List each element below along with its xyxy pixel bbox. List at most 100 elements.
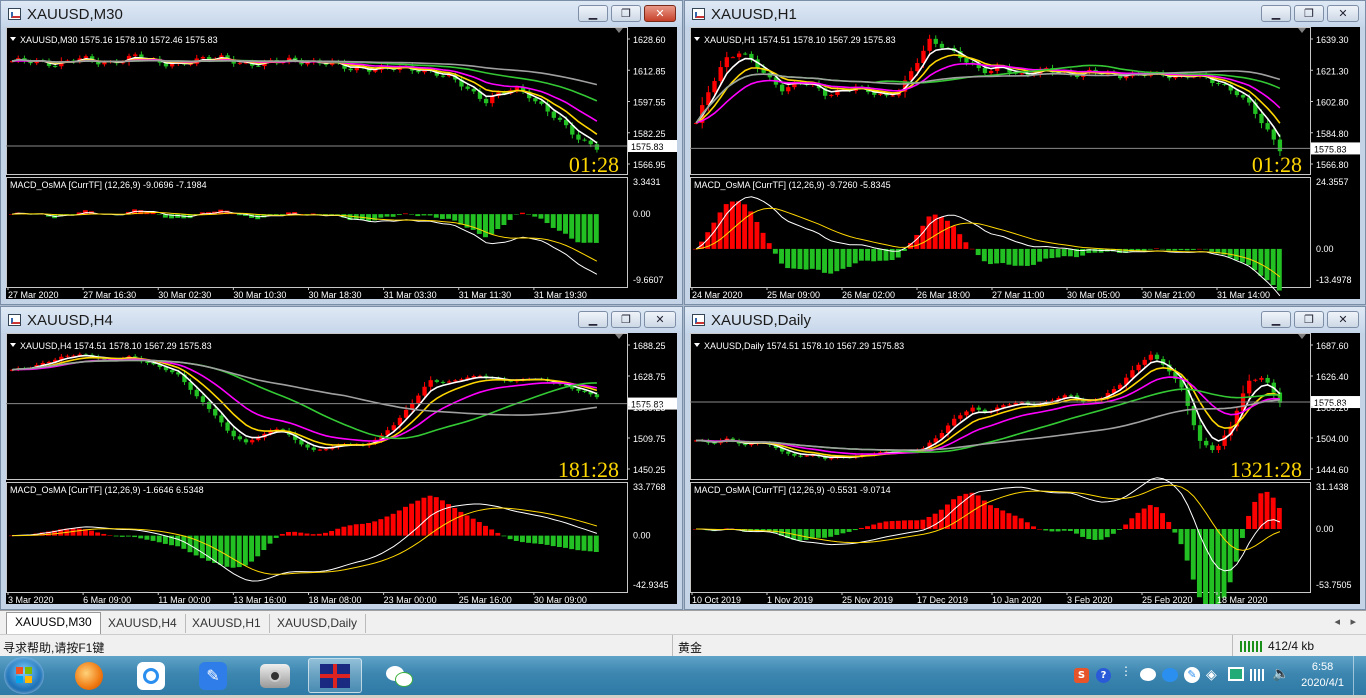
- candle-body: [1259, 377, 1264, 380]
- macd-histogram-bar: [304, 533, 310, 536]
- window-titlebar[interactable]: XAUUSD,H4 ▁ ❐ ✕: [1, 307, 682, 333]
- minimize-button[interactable]: ▁: [578, 5, 608, 22]
- close-button[interactable]: ✕: [1327, 5, 1359, 22]
- chart-area[interactable]: 1575.83 1639.30 1621.30 1602.80 1584.80 1566.…: [690, 27, 1360, 299]
- monitor-check-icon[interactable]: [1228, 667, 1244, 681]
- macd-histogram-bar: [1049, 529, 1055, 532]
- macd-histogram-bar: [513, 214, 519, 215]
- taskbar-mt4[interactable]: [308, 658, 362, 693]
- macd-histogram-bar: [803, 248, 809, 270]
- chart-window-h4[interactable]: XAUUSD,H4 ▁ ❐ ✕ 1575.83 1688.25 1628.75 156…: [0, 306, 683, 610]
- close-button[interactable]: ✕: [1327, 311, 1359, 328]
- price-chart-svg[interactable]: 1575.831687.601626.401565.201504.001444.…: [690, 333, 1360, 604]
- network-signal-icon[interactable]: [1250, 669, 1266, 681]
- macd-histogram-bar: [193, 535, 199, 556]
- macd-histogram-bar: [273, 535, 279, 538]
- macd-histogram-bar: [1172, 529, 1178, 533]
- macd-histogram-bar: [1024, 248, 1030, 266]
- macd-histogram-bar: [803, 529, 809, 541]
- maximize-button[interactable]: ❐: [611, 311, 641, 328]
- chart-area[interactable]: 1575.83 1687.60 1626.40 1565.20 1504.00 1444.…: [690, 333, 1360, 604]
- security-shield-icon[interactable]: ◈: [1206, 667, 1217, 683]
- time-tick-label: 31 Mar 11:30: [459, 290, 511, 299]
- window-titlebar[interactable]: XAUUSD,M30 ▁ ❐ ✕: [1, 1, 682, 27]
- tab-scroll-left-icon[interactable]: ◂: [1334, 615, 1340, 628]
- price-chart-svg[interactable]: 1575.83 1639.30 1621.30 1602.80 1584.80 1566.…: [690, 27, 1360, 299]
- macd-histogram-bar: [1252, 501, 1258, 530]
- candle-body: [416, 395, 421, 404]
- help-icon[interactable]: ?: [1096, 668, 1111, 683]
- taskbar-camera[interactable]: [248, 658, 302, 693]
- speaker-icon[interactable]: 🔈: [1272, 666, 1289, 682]
- taskbar-browser[interactable]: [62, 658, 116, 693]
- candle-body: [804, 455, 809, 457]
- macd-histogram-bar: [981, 248, 987, 262]
- macd-histogram-bar: [150, 535, 156, 541]
- tab-xauusd-h4[interactable]: XAUUSD,H4: [100, 614, 186, 633]
- tab-xauusd-daily[interactable]: XAUUSD,Daily: [269, 614, 367, 633]
- price-chart-svg[interactable]: 1575.83 1628.60 1612.85 1597.55 1582.25 1566.…: [6, 27, 677, 299]
- candle-body: [133, 54, 138, 56]
- window-titlebar[interactable]: XAUUSD,Daily ▁ ❐ ✕: [685, 307, 1365, 333]
- candle-body: [213, 408, 218, 416]
- macd-histogram-bar: [1012, 515, 1018, 530]
- maximize-button[interactable]: ❐: [1294, 5, 1324, 22]
- candle-body: [890, 95, 895, 97]
- show-desktop-button[interactable]: [1353, 656, 1366, 695]
- macd-tick-label: 0.00: [1316, 524, 1334, 534]
- price-chart-svg[interactable]: 1575.831688.251628.751569.251509.751450.…: [6, 333, 677, 604]
- macd-histogram-bar: [901, 520, 907, 530]
- time-tick-label: 10 Jan 2020: [992, 595, 1042, 604]
- macd-histogram-bar: [1166, 521, 1172, 530]
- chart-window-daily[interactable]: XAUUSD,Daily ▁ ❐ ✕ 1575.83 1687.60 1626.40…: [684, 306, 1366, 610]
- start-orb-icon[interactable]: [4, 657, 44, 694]
- macd-histogram-bar: [335, 528, 341, 536]
- taskbar-notes[interactable]: ✎: [186, 658, 240, 693]
- window-titlebar[interactable]: XAUUSD,H1 ▁ ❐ ✕: [685, 1, 1365, 27]
- taskbar-wechat[interactable]: [372, 658, 426, 693]
- maximize-button[interactable]: ❐: [1294, 311, 1324, 328]
- tab-xauusd-h1[interactable]: XAUUSD,H1: [184, 614, 270, 633]
- chart-window-m30[interactable]: XAUUSD,M30 ▁ ❐ ✕ 1575.83 1628.60 1612.85 15…: [0, 0, 683, 305]
- chart-area[interactable]: 1575.83 1628.60 1612.85 1597.55 1582.25 1566.…: [6, 27, 677, 299]
- sogou-input-icon[interactable]: S: [1074, 668, 1089, 683]
- macd-histogram-bar: [556, 535, 562, 547]
- tray-menu-icon[interactable]: ⋮: [1120, 664, 1132, 678]
- macd-histogram-bar: [507, 214, 513, 220]
- price-tick-label: 1628.75: [633, 372, 666, 382]
- candle-body: [1007, 404, 1012, 406]
- minimize-button[interactable]: ▁: [1261, 311, 1291, 328]
- taskbar-clock[interactable]: 6:58 2020/4/1: [1301, 659, 1344, 691]
- current-price-label: 1575.83: [1314, 144, 1347, 154]
- wechat-tray-icon[interactable]: [1140, 668, 1156, 681]
- macd-tick-label: -9.6607: [633, 275, 664, 285]
- macd-histogram-bar: [1215, 529, 1221, 604]
- minimize-button[interactable]: ▁: [1261, 5, 1291, 22]
- tab-scroll-right-icon[interactable]: ▸: [1350, 615, 1356, 628]
- macd-histogram-bar: [138, 535, 144, 539]
- macd-info-label: MACD_OsMA [CurrTF] (12,26,9) -9.0696 -7.…: [10, 180, 207, 190]
- cloud-sync-icon[interactable]: [1162, 668, 1178, 682]
- time-tick-label: 1 Nov 2019: [767, 595, 813, 604]
- time-tick-label: 27 Mar 11:00: [992, 290, 1044, 299]
- macd-histogram-bar: [489, 214, 495, 235]
- candle-body: [933, 38, 938, 44]
- minimize-button[interactable]: ▁: [578, 311, 608, 328]
- feather-icon[interactable]: ✎: [1184, 667, 1200, 683]
- macd-histogram-bar: [1135, 512, 1141, 530]
- candle-body: [1019, 73, 1024, 75]
- candle-body: [1247, 380, 1252, 394]
- tab-xauusd-m30[interactable]: XAUUSD,M30: [6, 612, 101, 634]
- macd-histogram-bar: [1196, 248, 1202, 250]
- close-button[interactable]: ✕: [644, 311, 676, 328]
- chart-area[interactable]: 1575.83 1688.25 1628.75 1569.25 1509.75 1450.…: [6, 333, 677, 604]
- taskbar-baidu-netdisk[interactable]: [124, 658, 178, 693]
- macd-histogram-bar: [963, 242, 969, 249]
- maximize-button[interactable]: ❐: [611, 5, 641, 22]
- time-tick-label: 26 Mar 02:00: [842, 290, 895, 299]
- candle-body: [594, 394, 600, 398]
- close-button[interactable]: ✕: [644, 5, 676, 22]
- macd-tick-label: 3.3431: [633, 177, 661, 187]
- chart-window-h1[interactable]: XAUUSD,H1 ▁ ❐ ✕ 1575.83 1639.30 1621.30 160…: [684, 0, 1366, 305]
- candle-body: [724, 57, 729, 68]
